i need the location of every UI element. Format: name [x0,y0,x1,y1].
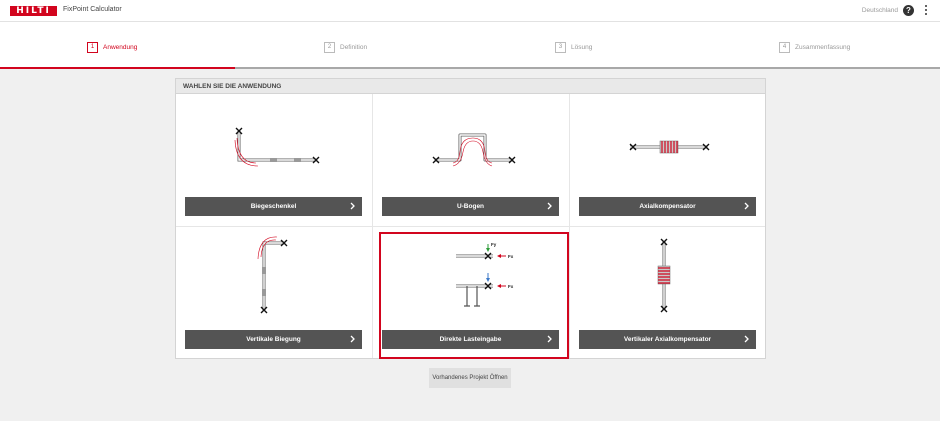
step-anwendung[interactable]: 1 Anwendung [87,41,137,53]
chevron-right-icon [547,202,552,210]
app-title: FixPoint Calculator [63,6,122,13]
fy-label: Fy [491,242,497,247]
button-label: U-Bogen [456,203,485,210]
application-grid: Biegeschenkel U-Bogen Axialkompensator V… [176,94,766,359]
card-vertikaler-axialkompensator[interactable]: Vertikaler Axialkompensator [570,227,766,359]
card-axialkompensator[interactable]: Axialkompensator [570,94,766,226]
application-panel: WAHLEN SIE DIE ANWENDUNG Biegeschenkel U… [175,78,766,359]
chevron-right-icon [350,335,355,343]
step-label: Definition [340,43,368,51]
step-label: Anwendung [103,43,138,51]
more-vertical-icon[interactable] [924,5,928,17]
step-number: 4 [779,41,790,53]
chevron-right-icon [744,202,749,210]
steps-bar: 1 Anwendung 2 Definition 3 Lösung 4 Zusa… [0,22,940,69]
help-icon[interactable]: ? [903,5,914,16]
button-label: Vertikaler Axialkompensator [623,336,712,343]
u-bogen-diagram-icon [432,133,516,167]
hilti-logo[interactable]: HILTI [10,6,57,16]
select-vertikale-biegung-button[interactable]: Vertikale Biegung [185,330,362,349]
biegeschenkel-diagram-icon [234,127,320,167]
select-axialkompensator-button[interactable]: Axialkompensator [579,197,756,216]
step-number: 2 [324,41,335,53]
chevron-right-icon [547,335,552,343]
fx-label: Fx [508,254,514,259]
language-selector[interactable]: Deutschland [862,7,898,14]
card-vertikale-biegung[interactable]: Vertikale Biegung [176,227,372,359]
step-definition[interactable]: 2 Definition [324,41,367,53]
open-existing-project-button[interactable]: Vorhandenes Projekt Öffnen [429,368,511,388]
step-zusammenfassung[interactable]: 4 Zusammenfassung [779,41,850,53]
direkte-lasteingabe-diagram-icon: Fy Fx Fx [456,242,514,307]
top-bar: HILTI FixPoint Calculator Deutschland ? [0,0,940,22]
vertikaler-axialkompensator-diagram-icon [657,238,671,313]
select-biegeschenkel-button[interactable]: Biegeschenkel [185,197,362,216]
select-direkte-lasteingabe-button[interactable]: Direkte Lasteingabe [382,330,559,349]
fx-label: Fx [508,284,514,289]
step-number: 3 [555,41,566,53]
select-u-bogen-button[interactable]: U-Bogen [382,197,559,216]
button-label: Axialkompensator [639,203,696,210]
button-label: Direkte Lasteingabe [439,336,502,343]
step-loesung[interactable]: 3 Lösung [555,41,592,53]
step-label: Lösung [571,43,593,51]
chevron-right-icon [744,335,749,343]
vertikale-biegung-diagram-icon [257,236,288,314]
logo-text: HILTI [16,6,51,16]
card-direkte-lasteingabe[interactable]: Fy Fx Fx Direkte Lasteingabe [373,227,569,359]
panel-title: WAHLEN SIE DIE ANWENDUNG [176,79,765,94]
chevron-right-icon [350,202,355,210]
active-step-indicator [0,67,235,69]
step-label: Zusammenfassung [795,43,851,51]
select-vertikaler-axialkompensator-button[interactable]: Vertikaler Axialkompensator [579,330,756,349]
step-number: 1 [87,41,98,53]
card-u-bogen[interactable]: U-Bogen [373,94,569,226]
card-biegeschenkel[interactable]: Biegeschenkel [176,94,372,226]
axialkompensator-diagram-icon [629,140,710,154]
button-label: Vertikale Biegung [246,336,301,343]
button-label: Biegeschenkel [250,203,297,210]
